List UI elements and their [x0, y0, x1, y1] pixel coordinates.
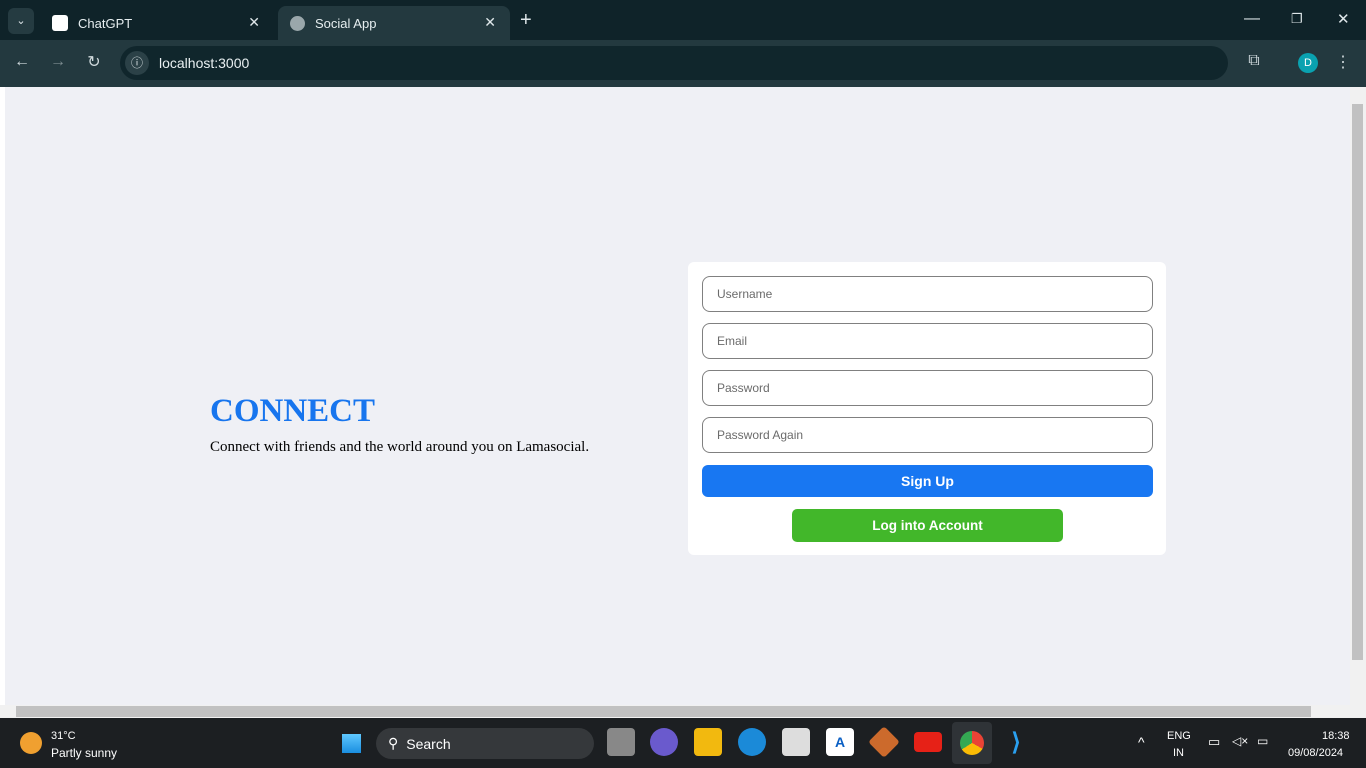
windows-start-icon[interactable] [339, 731, 364, 756]
email-input[interactable] [702, 323, 1153, 359]
chat-icon[interactable] [650, 728, 678, 756]
git-icon[interactable] [868, 726, 900, 758]
weather-desc[interactable]: Partly sunny [51, 746, 117, 760]
address-bar[interactable]: ⓘ localhost:3000 [120, 46, 1228, 80]
login-button[interactable]: Log into Account [792, 509, 1063, 542]
tab-strip: ⌄ ChatGPT ✕ Social App ✕ + — ❐ ✕ [0, 0, 1366, 40]
network-icon[interactable]: ▭ [1208, 734, 1220, 750]
taskbar: 31°C Partly sunny ⚲ Search A ⟩ ^ ENG IN … [0, 718, 1366, 768]
clock-date[interactable]: 09/08/2024 [1288, 747, 1343, 759]
extensions-icon[interactable]: ⧉ [1242, 52, 1266, 70]
task-view-icon[interactable] [607, 728, 635, 756]
password-input[interactable] [702, 370, 1153, 406]
vertical-scroll-thumb[interactable] [1352, 104, 1363, 660]
lang-bottom[interactable]: IN [1173, 747, 1184, 759]
new-tab-button[interactable]: + [520, 9, 532, 32]
signup-button[interactable]: Sign Up [702, 465, 1153, 497]
password-again-input[interactable] [702, 417, 1153, 453]
avatar[interactable]: D [1298, 53, 1318, 73]
youtube-icon[interactable] [914, 732, 942, 752]
restore-button[interactable]: ❐ [1291, 11, 1303, 27]
edge-icon[interactable] [738, 728, 766, 756]
tab-search-button[interactable]: ⌄ [8, 8, 34, 34]
chrome-icon[interactable] [952, 722, 992, 764]
tab-title: Social App [315, 15, 377, 31]
taskbar-search[interactable]: ⚲ Search [376, 728, 594, 759]
show-hidden-icons[interactable]: ^ [1138, 734, 1145, 750]
weather-temp[interactable]: 31°C [51, 730, 76, 742]
weather-icon [20, 732, 42, 754]
url-text[interactable]: localhost:3000 [159, 55, 249, 71]
azure-icon[interactable]: A [826, 728, 854, 756]
app-description: Connect with friends and the world aroun… [210, 439, 590, 455]
app-logo: CONNECT [210, 393, 376, 429]
close-tab-icon[interactable]: ✕ [484, 14, 496, 31]
lang-top[interactable]: ENG [1167, 730, 1191, 742]
volume-muted-icon[interactable]: ◁× [1232, 734, 1248, 748]
globe-icon [290, 15, 305, 31]
menu-icon[interactable]: ⋮ [1331, 52, 1355, 72]
chatgpt-icon [52, 15, 68, 31]
close-window-button[interactable]: ✕ [1337, 10, 1350, 28]
store-icon[interactable] [782, 728, 810, 756]
close-tab-icon[interactable]: ✕ [248, 14, 260, 31]
site-info-icon[interactable]: ⓘ [125, 51, 149, 75]
tab-social-app[interactable]: Social App ✕ [278, 6, 510, 40]
file-explorer-icon[interactable] [694, 728, 722, 756]
clock-time[interactable]: 18:38 [1322, 730, 1350, 742]
horizontal-scroll-thumb[interactable] [16, 706, 1311, 717]
search-label: Search [406, 735, 451, 752]
tab-title: ChatGPT [78, 15, 133, 31]
username-input[interactable] [702, 276, 1153, 312]
minimize-button[interactable]: — [1244, 10, 1260, 28]
reload-icon[interactable]: ↻ [82, 52, 106, 72]
forward-icon[interactable]: → [46, 53, 70, 71]
search-icon: ⚲ [388, 735, 399, 751]
battery-icon[interactable]: ▭ [1257, 734, 1268, 748]
tab-chatgpt[interactable]: ChatGPT ✕ [40, 6, 274, 40]
vscode-icon[interactable]: ⟩ [1002, 728, 1030, 756]
back-icon[interactable]: ← [10, 53, 34, 71]
